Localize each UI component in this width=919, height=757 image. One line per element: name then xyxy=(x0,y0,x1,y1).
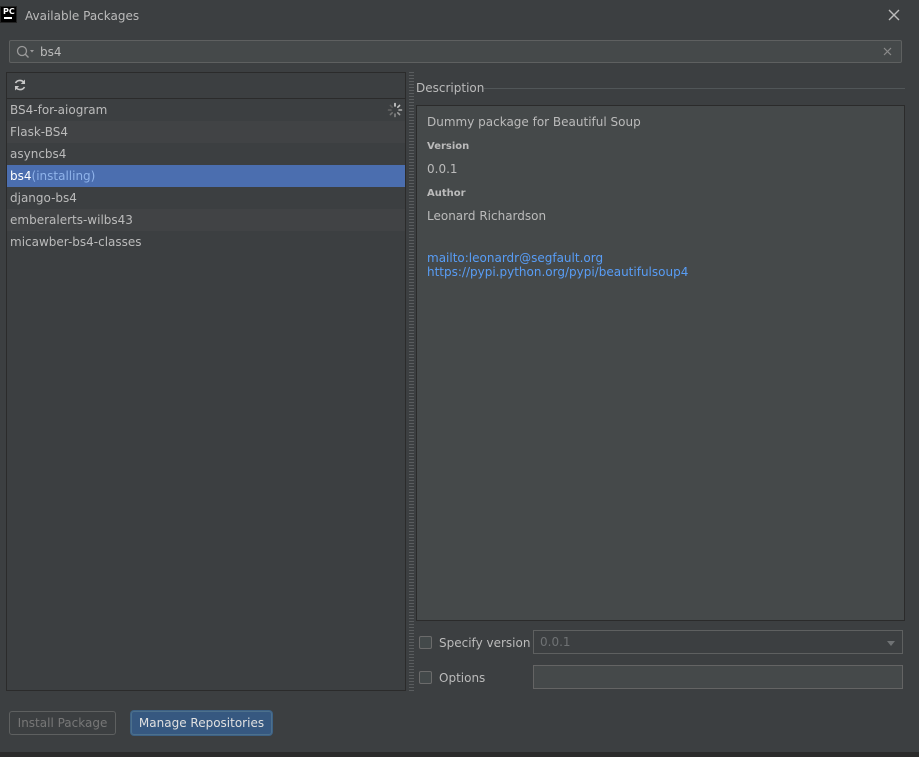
panel-splitter[interactable] xyxy=(409,72,414,691)
app-logo-text: PC xyxy=(3,7,15,16)
package-item[interactable]: emberalerts-wilbs43 xyxy=(7,209,405,231)
description-header: Description xyxy=(416,81,485,95)
description-panel: Dummy package for Beautiful Soup Version… xyxy=(416,105,905,621)
version-select[interactable]: 0.0.1 xyxy=(533,630,903,654)
search-bar xyxy=(9,40,902,63)
manage-repositories-button[interactable]: Manage Repositories xyxy=(131,711,272,735)
specify-version-label: Specify version xyxy=(439,636,531,650)
title-bar: PC Available Packages xyxy=(0,0,919,32)
package-item-selected[interactable]: bs4(installing) xyxy=(7,165,405,187)
bottom-edge xyxy=(0,752,919,757)
description-divider xyxy=(484,88,905,89)
package-name: django-bs4 xyxy=(10,191,77,205)
author-email-link[interactable]: mailto:leonardr@segfault.org xyxy=(427,251,603,265)
version-select-value: 0.0.1 xyxy=(540,635,571,649)
window-title: Available Packages xyxy=(25,9,140,23)
options-label: Options xyxy=(439,671,486,685)
package-name: Flask-BS4 xyxy=(10,125,68,139)
author-label: Author xyxy=(427,188,466,199)
options-checkbox[interactable] xyxy=(419,671,432,684)
list-toolbar xyxy=(7,73,405,99)
close-icon[interactable] xyxy=(885,6,903,24)
package-homepage-link[interactable]: https://pypi.python.org/pypi/beautifulso… xyxy=(427,265,688,279)
version-label: Version xyxy=(427,141,470,152)
package-item[interactable]: asyncbs4 xyxy=(7,143,405,165)
package-list-panel: BS4-for-aiogram Flask-BS4 asyncbs4 bs4(i… xyxy=(6,72,406,691)
package-name: BS4-for-aiogram xyxy=(10,103,108,117)
version-value: 0.0.1 xyxy=(427,162,458,176)
search-icon[interactable] xyxy=(15,44,35,60)
options-input[interactable] xyxy=(533,665,903,689)
package-item[interactable]: micawber-bs4-classes xyxy=(7,231,405,253)
specify-version-checkbox[interactable] xyxy=(419,636,432,649)
package-list: BS4-for-aiogram Flask-BS4 asyncbs4 bs4(i… xyxy=(7,99,405,253)
package-item[interactable]: django-bs4 xyxy=(7,187,405,209)
package-summary: Dummy package for Beautiful Soup xyxy=(427,115,641,129)
search-input[interactable] xyxy=(40,43,860,60)
clear-icon[interactable] xyxy=(882,46,893,57)
install-package-button[interactable]: Install Package xyxy=(9,711,116,735)
package-name: micawber-bs4-classes xyxy=(10,235,142,249)
spinner-icon xyxy=(387,102,403,118)
package-status: (installing) xyxy=(31,169,96,183)
author-value: Leonard Richardson xyxy=(427,209,547,223)
package-name: emberalerts-wilbs43 xyxy=(10,213,133,227)
package-item[interactable]: Flask-BS4 xyxy=(7,121,405,143)
package-name: asyncbs4 xyxy=(10,147,67,161)
chevron-down-icon xyxy=(887,641,895,646)
package-name: bs4 xyxy=(10,169,32,183)
refresh-icon[interactable] xyxy=(13,78,27,92)
app-logo-icon: PC xyxy=(0,6,17,23)
package-item[interactable]: BS4-for-aiogram xyxy=(7,99,405,121)
